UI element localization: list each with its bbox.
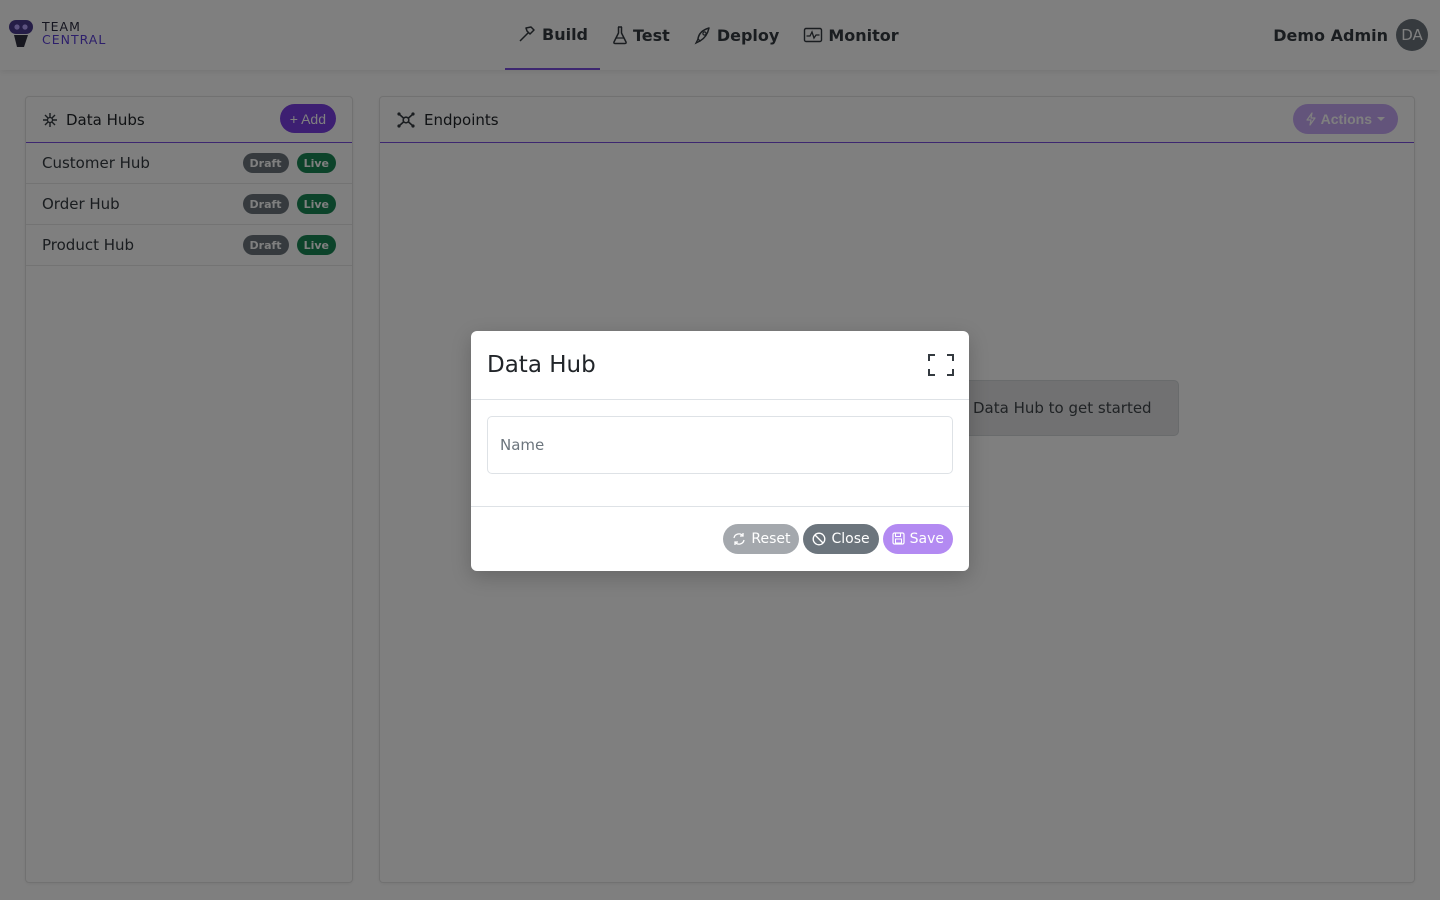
refresh-icon: [733, 532, 746, 545]
reset-label: Reset: [751, 530, 791, 547]
name-field[interactable]: [487, 416, 953, 474]
modal-title: Data Hub: [487, 352, 596, 378]
data-hub-modal: Data Hub Reset Close Save: [471, 331, 969, 571]
floppy-disk-icon: [892, 532, 905, 545]
modal-header: Data Hub: [471, 331, 969, 400]
modal-footer: Reset Close Save: [471, 507, 969, 570]
save-button[interactable]: Save: [882, 523, 953, 554]
reset-button[interactable]: Reset: [723, 523, 800, 554]
save-label: Save: [909, 530, 944, 547]
fullscreen-icon[interactable]: [928, 354, 954, 376]
ban-icon: [813, 532, 826, 545]
close-label: Close: [831, 530, 870, 547]
close-button[interactable]: Close: [803, 523, 879, 554]
modal-body: [471, 400, 969, 507]
